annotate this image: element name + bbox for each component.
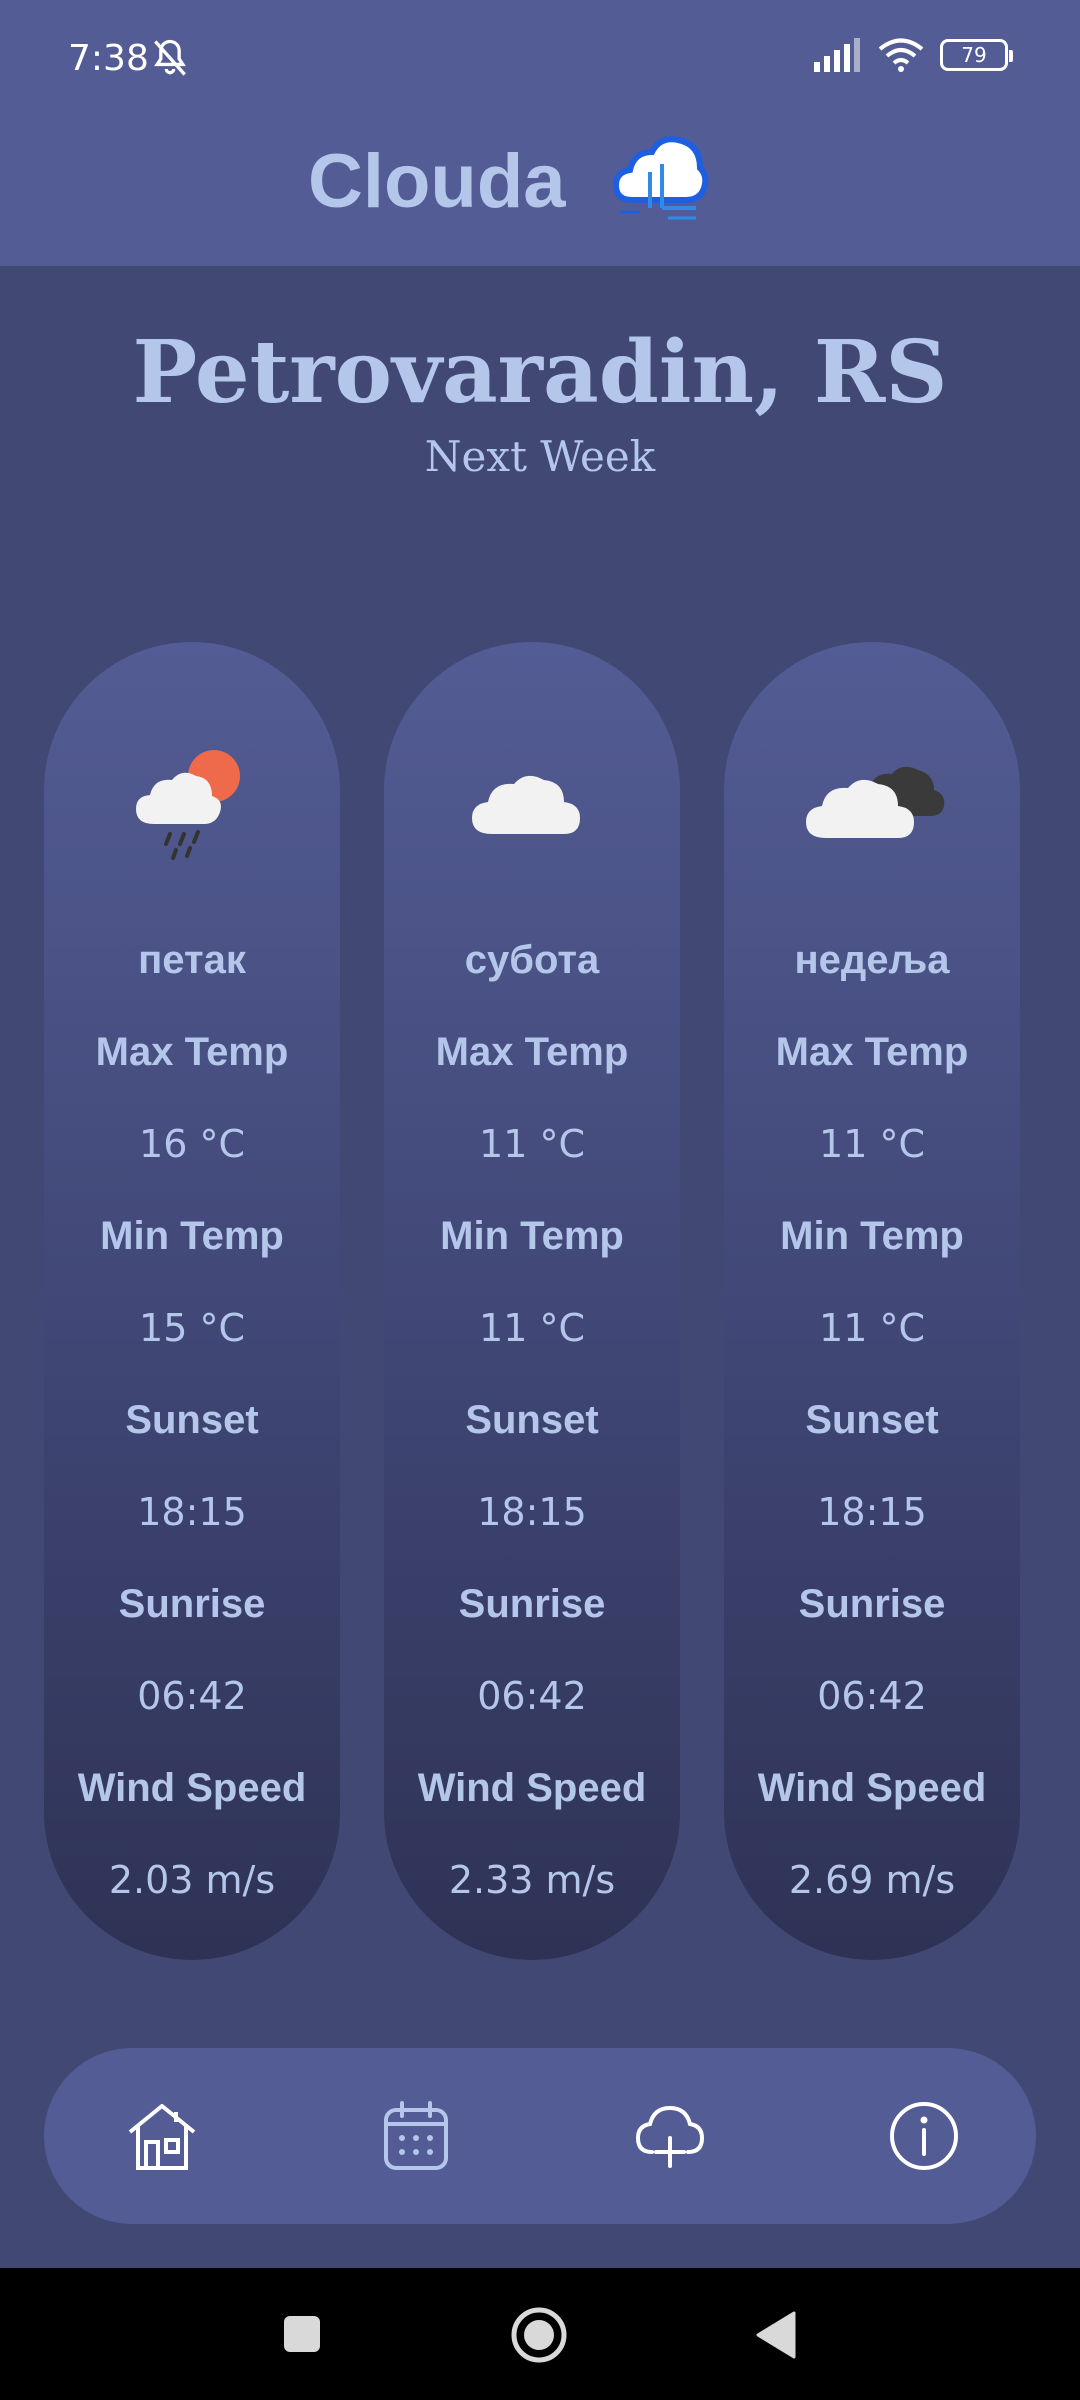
min-temp-value: 11 °C	[479, 1306, 585, 1350]
home-icon[interactable]	[124, 2098, 200, 2174]
back-button[interactable]	[754, 2310, 798, 2360]
day-name: петак	[138, 938, 246, 982]
max-temp-value: 11 °C	[819, 1122, 925, 1166]
max-temp-value: 11 °C	[479, 1122, 585, 1166]
period-subtitle: Next Week	[424, 432, 656, 481]
forecast-card-3: недеља Max Temp 11 °C Min Temp 11 °C Sun…	[724, 642, 1020, 1960]
home-button[interactable]	[510, 2306, 568, 2364]
sunrise-value: 06:42	[137, 1674, 247, 1718]
day-name: недеља	[794, 938, 950, 982]
max-temp-label: Max Temp	[435, 1030, 629, 1074]
cloud-add-icon[interactable]	[632, 2098, 708, 2174]
sunset-value: 18:15	[477, 1490, 587, 1534]
wind-label: Wind Speed	[757, 1766, 987, 1810]
max-temp-value: 16 °C	[139, 1122, 245, 1166]
max-temp-label: Max Temp	[95, 1030, 289, 1074]
cloud-icon	[472, 775, 580, 834]
wind-value: 2.03 m/s	[108, 1858, 276, 1902]
sunset-label: Sunset	[805, 1398, 939, 1442]
sunset-value: 18:15	[817, 1490, 927, 1534]
min-temp-value: 11 °C	[819, 1306, 925, 1350]
app-title: Clouda	[308, 139, 566, 224]
forecast-card-2: субота Max Temp 11 °C Min Temp 11 °C Sun…	[384, 642, 680, 1960]
wind-value: 2.33 m/s	[448, 1858, 616, 1902]
sunrise-value: 06:42	[477, 1674, 587, 1718]
min-temp-label: Min Temp	[440, 1214, 624, 1258]
sunrise-value: 06:42	[817, 1674, 927, 1718]
app-header: 7:38 79 Clouda	[0, 0, 1080, 266]
forecast-card-1: петак Max Temp 16 °C Min Temp 15 °C Suns…	[44, 642, 340, 1960]
sunset-value: 18:15	[137, 1490, 247, 1534]
info-icon[interactable]	[886, 2098, 962, 2174]
wind-label: Wind Speed	[77, 1766, 307, 1810]
cloud-logo-icon	[612, 136, 709, 220]
signal-icon	[814, 38, 860, 72]
bottom-nav	[44, 2048, 1036, 2224]
wind-label: Wind Speed	[417, 1766, 647, 1810]
calendar-icon[interactable]	[378, 2098, 454, 2174]
min-temp-value: 15 °C	[139, 1306, 245, 1350]
recent-apps-button[interactable]	[282, 2314, 322, 2354]
system-nav-bar	[0, 2268, 1080, 2400]
location-title: Petrovaradin, RS	[132, 322, 948, 423]
wind-value: 2.69 m/s	[788, 1858, 956, 1902]
day-name: субота	[464, 938, 600, 982]
wifi-icon	[878, 38, 924, 72]
sunrise-label: Sunrise	[458, 1582, 606, 1626]
sunrise-label: Sunrise	[118, 1582, 266, 1626]
bell-off-icon	[154, 39, 186, 76]
max-temp-label: Max Temp	[775, 1030, 969, 1074]
sunset-label: Sunset	[465, 1398, 599, 1442]
sun-cloud-rain-icon	[136, 750, 240, 860]
sunrise-label: Sunrise	[798, 1582, 946, 1626]
min-temp-label: Min Temp	[780, 1214, 964, 1258]
battery-indicator: 79	[940, 39, 1013, 71]
status-time: 7:38	[68, 38, 149, 79]
dark-clouds-icon	[806, 766, 945, 838]
min-temp-label: Min Temp	[100, 1214, 284, 1258]
sunset-label: Sunset	[125, 1398, 259, 1442]
